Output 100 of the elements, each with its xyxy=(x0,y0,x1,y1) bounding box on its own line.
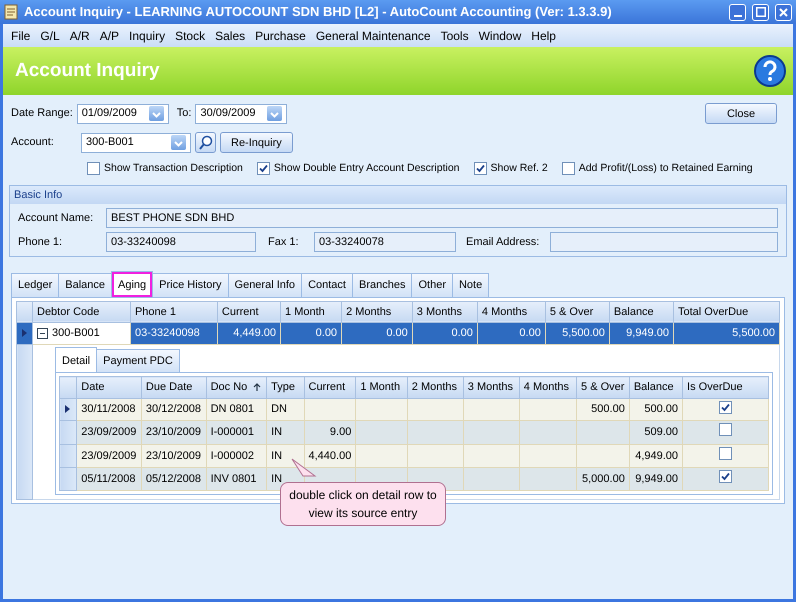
tab[interactable]: Contact xyxy=(301,273,353,297)
column-header[interactable]: Balance xyxy=(629,376,683,398)
column-header[interactable]: 3 Months xyxy=(463,376,520,398)
column-header[interactable]: 1 Month xyxy=(356,376,408,398)
row-pointer-icon xyxy=(21,328,28,338)
option-label: Show Double Entry Account Description xyxy=(274,161,460,176)
collapse-icon[interactable] xyxy=(37,328,48,339)
field-label: Phone 1: xyxy=(18,235,64,250)
column-header[interactable]: Phone 1 xyxy=(130,301,218,323)
group-title: Basic Info xyxy=(10,186,786,204)
checkbox[interactable] xyxy=(719,400,732,414)
column-header[interactable]: Type xyxy=(266,376,304,398)
menu-item[interactable]: A/P xyxy=(100,26,120,44)
menu-item[interactable]: Inquiry xyxy=(129,26,166,44)
checkbox[interactable] xyxy=(562,162,575,176)
app-icon xyxy=(4,4,18,20)
menu-item[interactable]: Help xyxy=(531,26,556,44)
window-title: Account Inquiry - LEARNING AUTOCOUNT SDN BHD [L2] - AutoCount Accounting (Ver: 1.3.3.9) xyxy=(24,3,613,22)
table-cell: DN 0801 xyxy=(206,398,267,421)
column-header[interactable]: 5 & Over xyxy=(545,301,610,323)
close-button[interactable] xyxy=(775,4,792,20)
table-cell: 23/10/2009 xyxy=(141,444,206,468)
checkbox[interactable] xyxy=(256,162,270,176)
tab[interactable]: Price History xyxy=(152,273,229,297)
column-header[interactable]: Date xyxy=(76,376,142,398)
table-cell: 5,500.00 xyxy=(673,322,780,344)
reinquiry-button[interactable]: Re-Inquiry xyxy=(220,132,293,153)
tab[interactable]: Balance xyxy=(58,273,112,297)
option-label: Show Transaction Description xyxy=(104,161,243,176)
menu-item[interactable]: Purchase xyxy=(255,26,306,44)
field-label: Fax 1: xyxy=(268,235,300,250)
table-cell: 0.00 xyxy=(412,322,478,344)
date-field[interactable]: 30/09/2009 xyxy=(195,104,288,124)
menu-item[interactable]: Stock xyxy=(175,26,206,44)
table-cell: 500.00 xyxy=(629,398,683,421)
search-button[interactable] xyxy=(195,132,216,153)
menu-item[interactable]: Tools xyxy=(440,26,469,44)
checkbox[interactable] xyxy=(719,446,732,460)
field-label: To: xyxy=(176,106,192,122)
menu-item[interactable]: General Maintenance xyxy=(316,26,431,44)
tab[interactable]: Ledger xyxy=(11,273,60,297)
checkbox[interactable] xyxy=(87,162,100,176)
table-cell: 0.00 xyxy=(280,322,342,344)
column-header[interactable]: Debtor Code xyxy=(32,301,130,323)
column-header[interactable]: 4 Months xyxy=(477,301,546,323)
tab[interactable]: Branches xyxy=(352,273,412,297)
option-label: Add Profit/(Loss) to Retained Earning xyxy=(578,161,753,176)
menu-item[interactable]: Window xyxy=(478,26,522,44)
table-cell: 4,949.00 xyxy=(629,444,683,468)
table-cell: I-000001 xyxy=(206,420,267,444)
menu-item[interactable]: File xyxy=(11,26,30,44)
minimize-button[interactable] xyxy=(729,4,746,20)
column-header[interactable]: 2 Months xyxy=(407,376,464,398)
checkbox[interactable] xyxy=(719,470,732,484)
table-cell: INV 0801 xyxy=(206,468,267,490)
table-cell: I-000002 xyxy=(206,444,267,468)
menu-item[interactable]: A/R xyxy=(70,26,90,44)
tab[interactable]: General Info xyxy=(228,273,302,297)
dropdown-button[interactable] xyxy=(171,135,186,150)
tab[interactable]: Payment PDC xyxy=(96,348,180,372)
column-header[interactable]: 3 Months xyxy=(412,301,478,323)
checkbox[interactable] xyxy=(474,162,487,176)
dropdown-button[interactable] xyxy=(148,106,164,121)
cell-text: 300-B001 xyxy=(52,326,100,342)
column-header[interactable]: Current xyxy=(304,376,356,398)
column-header[interactable]: 1 Month xyxy=(280,301,342,323)
tab[interactable]: Note xyxy=(452,273,490,297)
table-cell: 4,449.00 xyxy=(217,322,281,344)
checkbox[interactable] xyxy=(719,423,732,436)
table-cell: 23/09/2009 xyxy=(76,420,142,444)
column-header[interactable]: Due Date xyxy=(141,376,206,398)
maximize-button[interactable] xyxy=(752,4,769,20)
column-header[interactable]: Doc No xyxy=(206,376,267,398)
menu-item[interactable]: Sales xyxy=(215,26,246,44)
column-header[interactable]: Current xyxy=(217,301,281,323)
table-cell: 30/11/2008 xyxy=(76,398,142,421)
field-label: Date Range: xyxy=(11,106,73,122)
table-cell: 0.00 xyxy=(342,322,412,344)
column-header[interactable]: 4 Months xyxy=(519,376,577,398)
column-header[interactable]: 5 & Over xyxy=(576,376,630,398)
page-title: Account Inquiry xyxy=(15,58,160,83)
dropdown-button[interactable] xyxy=(267,106,282,121)
column-header[interactable]: Balance xyxy=(609,301,674,323)
account-field[interactable]: 300-B001 xyxy=(81,132,191,152)
tab[interactable]: Other xyxy=(411,273,453,297)
close-icon xyxy=(779,8,788,16)
tab[interactable]: Detail xyxy=(55,346,98,372)
column-header[interactable]: 2 Months xyxy=(342,301,412,323)
field-label: Account Name: xyxy=(18,211,94,226)
column-header[interactable]: Total OverDue xyxy=(673,301,780,323)
table-row[interactable]: 300-B001 03-33240098 4,449.00 0.00 0.00 0.00 0.00 5,500.00 9,949.00 5,500.00 xyxy=(16,322,780,344)
date-field[interactable]: 01/09/2009 xyxy=(76,104,169,124)
tab[interactable]: Aging xyxy=(111,271,154,297)
column-header[interactable]: Is OverDue xyxy=(682,376,768,398)
table-cell: 05/11/2008 xyxy=(76,468,142,490)
table-cell: 23/09/2009 xyxy=(76,444,142,468)
table-cell: 509.00 xyxy=(629,420,683,444)
menu-item[interactable]: G/L xyxy=(40,26,60,44)
minimize-icon xyxy=(734,15,742,17)
close-button[interactable]: Close xyxy=(705,103,777,124)
